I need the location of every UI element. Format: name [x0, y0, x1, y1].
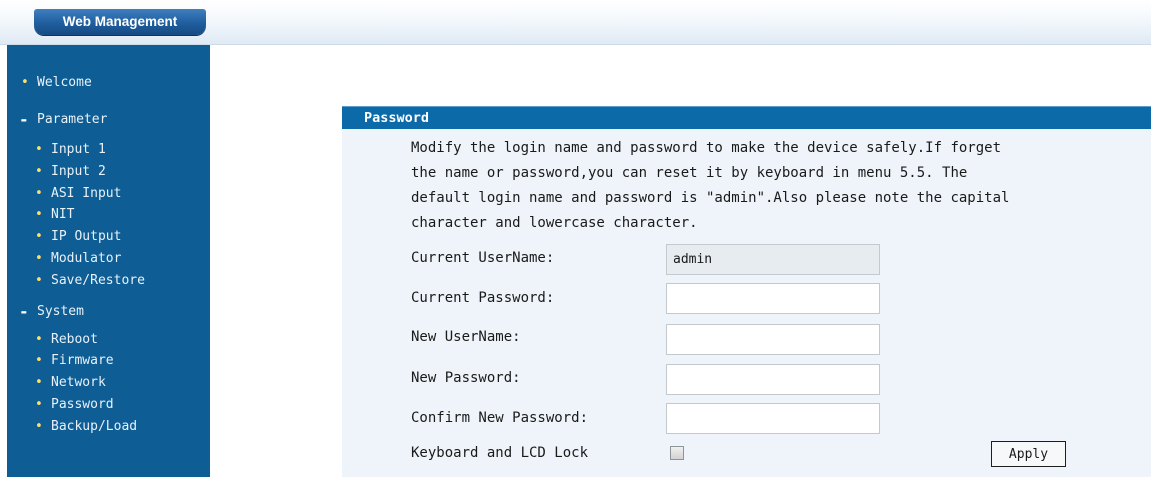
sidebar-item-password[interactable]: • Password [7, 395, 210, 415]
sidebar-item-label: ASI Input [51, 186, 122, 201]
sidebar-section-parameter[interactable]: - Parameter [7, 110, 210, 130]
sidebar-item-firmware[interactable]: • Firmware [7, 351, 210, 371]
page-title: Password [364, 110, 430, 126]
sidebar-item-label: Password [51, 397, 114, 412]
sidebar-item-label: Save/Restore [51, 273, 145, 288]
sidebar-section-system[interactable]: - System [7, 302, 210, 322]
new-username-label: New UserName: [411, 329, 521, 345]
sidebar-item-input-1[interactable]: • Input 1 [7, 140, 210, 160]
sidebar-item-label: Network [51, 375, 106, 390]
brand-title: Web Management [62, 14, 178, 29]
sidebar-item-label: Welcome [37, 75, 92, 90]
sidebar: • Welcome - Parameter • Input 1 • Input … [7, 45, 210, 477]
current-password-label: Current Password: [411, 290, 555, 306]
new-password-label: New Password: [411, 370, 521, 386]
bullet-icon: • [35, 397, 43, 412]
description: Modify the login name and password to ma… [411, 136, 1111, 236]
sidebar-item-ip-output[interactable]: • IP Output [7, 227, 210, 247]
description-line: character and lowercase character. [411, 215, 698, 231]
bullet-icon: • [21, 75, 29, 90]
bullet-icon: • [35, 186, 43, 201]
sidebar-item-welcome[interactable]: • Welcome [7, 73, 210, 93]
sidebar-item-label: Reboot [51, 332, 98, 347]
sidebar-section-label: System [37, 304, 84, 319]
description-line: Modify the login name and password to ma… [411, 140, 1002, 156]
current-username-label: Current UserName: [411, 250, 555, 266]
bullet-icon: • [35, 419, 43, 434]
sidebar-section-label: Parameter [37, 112, 108, 127]
sidebar-item-label: Input 1 [51, 142, 106, 157]
brand-tab: Web Management [34, 9, 206, 35]
bullet-icon: • [35, 375, 43, 390]
bullet-icon: • [35, 142, 43, 157]
sidebar-item-label: Input 2 [51, 164, 106, 179]
bullet-icon: • [35, 207, 43, 222]
sidebar-item-modulator[interactable]: • Modulator [7, 249, 210, 269]
sidebar-item-label: Backup/Load [51, 419, 138, 434]
sidebar-item-asi-input[interactable]: • ASI Input [7, 184, 210, 204]
bullet-icon: • [35, 332, 43, 347]
bullet-icon: • [35, 164, 43, 179]
bullet-icon: • [35, 273, 43, 288]
sidebar-item-nit[interactable]: • NIT [7, 205, 210, 225]
confirm-password-field[interactable] [666, 403, 880, 434]
collapse-icon: - [19, 302, 29, 321]
sidebar-item-network[interactable]: • Network [7, 373, 210, 393]
sidebar-item-backup-load[interactable]: • Backup/Load [7, 417, 210, 437]
current-username-field [666, 244, 880, 275]
description-line: default login name and password is "admi… [411, 190, 1010, 206]
new-username-field[interactable] [666, 324, 880, 355]
lock-label: Keyboard and LCD Lock [411, 445, 589, 461]
new-password-field[interactable] [666, 364, 880, 395]
sidebar-item-label: NIT [51, 207, 75, 222]
description-line: the name or password,you can reset it by… [411, 165, 968, 181]
sidebar-item-reboot[interactable]: • Reboot [7, 330, 210, 350]
panel-header: Password [342, 106, 1151, 129]
bullet-icon: • [35, 229, 43, 244]
sidebar-item-save-restore[interactable]: • Save/Restore [7, 271, 210, 291]
sidebar-item-input-2[interactable]: • Input 2 [7, 162, 210, 182]
bullet-icon: • [35, 251, 43, 266]
sidebar-item-label: IP Output [51, 229, 122, 244]
sidebar-item-label: Modulator [51, 251, 122, 266]
bullet-icon: • [35, 353, 43, 368]
apply-button[interactable]: Apply [991, 441, 1066, 467]
lock-checkbox[interactable] [670, 446, 684, 460]
sidebar-item-label: Firmware [51, 353, 114, 368]
current-password-field[interactable] [666, 283, 880, 314]
confirm-password-label: Confirm New Password: [411, 410, 589, 426]
collapse-icon: - [19, 110, 29, 129]
